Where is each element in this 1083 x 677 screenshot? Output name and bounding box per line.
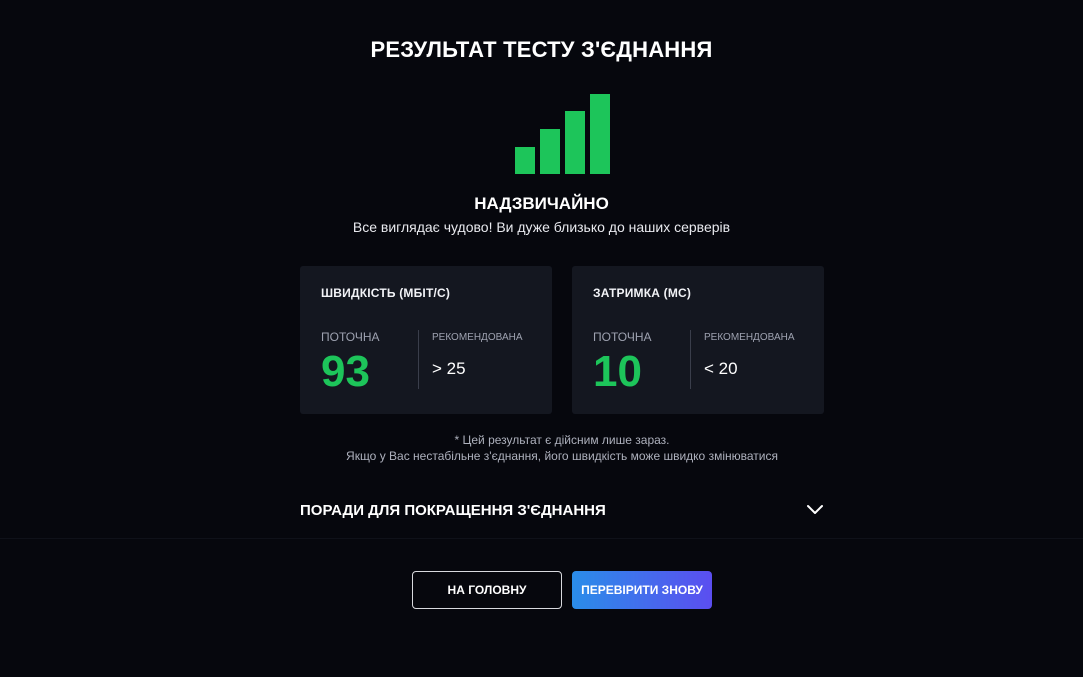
latency-current-value: 10 — [593, 347, 642, 396]
result-note-line1: * Цей результат є дійсним лише зараз. — [454, 433, 670, 447]
tips-divider — [0, 538, 1083, 539]
tips-label: ПОРАДИ ДЛЯ ПОКРАЩЕННЯ З'ЄДНАННЯ — [300, 502, 606, 519]
latency-recommended: РЕКОМЕНДОВАНА < 20 — [704, 330, 795, 379]
page-title: РЕЗУЛЬТАТ ТЕСТУ З'ЄДНАННЯ — [370, 37, 713, 62]
speed-current-label: ПОТОЧНА — [321, 330, 380, 344]
speed-recommended: РЕКОМЕНДОВАНА > 25 — [432, 330, 523, 379]
rating-description: Все виглядає чудово! Ви дуже близько до … — [352, 219, 731, 235]
signal-bars-icon — [515, 94, 611, 174]
result-note-line2: Якщо у Вас нестабільне з'єднання, його ш… — [346, 449, 778, 463]
retry-button[interactable]: ПЕРЕВІРИТИ ЗНОВУ — [572, 571, 712, 609]
speed-divider — [418, 330, 419, 389]
latency-recommended-label: РЕКОМЕНДОВАНА — [704, 332, 795, 343]
speed-card: ШВИДКІСТЬ (МБІТ/С) ПОТОЧНА 93 РЕКОМЕНДОВ… — [300, 266, 552, 414]
signal-bar-2 — [540, 129, 560, 174]
latency-card: ЗАТРИМКА (МС) ПОТОЧНА 10 РЕКОМЕНДОВАНА <… — [572, 266, 824, 414]
speed-current: ПОТОЧНА 93 — [321, 330, 380, 394]
latency-current-label: ПОТОЧНА — [593, 330, 652, 344]
chevron-down-icon[interactable] — [806, 502, 824, 518]
latency-card-title: ЗАТРИМКА (МС) — [593, 286, 692, 300]
speed-recommended-value: > 25 — [432, 359, 466, 378]
speed-card-title: ШВИДКІСТЬ (МБІТ/С) — [321, 286, 451, 300]
speed-recommended-label: РЕКОМЕНДОВАНА — [432, 332, 523, 343]
speed-current-value: 93 — [321, 347, 370, 396]
result-note: * Цей результат є дійсним лише зараз. Як… — [0, 432, 1083, 464]
signal-bar-4 — [590, 94, 610, 174]
signal-bar-1 — [515, 147, 535, 174]
rating-label: НАДЗВИЧАЙНО — [474, 194, 609, 213]
home-button[interactable]: НА ГОЛОВНУ — [412, 571, 562, 609]
signal-bar-3 — [565, 111, 585, 174]
latency-recommended-value: < 20 — [704, 359, 738, 378]
tips-accordion[interactable]: ПОРАДИ ДЛЯ ПОКРАЩЕННЯ З'ЄДНАННЯ — [300, 502, 824, 520]
latency-divider — [690, 330, 691, 389]
latency-current: ПОТОЧНА 10 — [593, 330, 652, 394]
